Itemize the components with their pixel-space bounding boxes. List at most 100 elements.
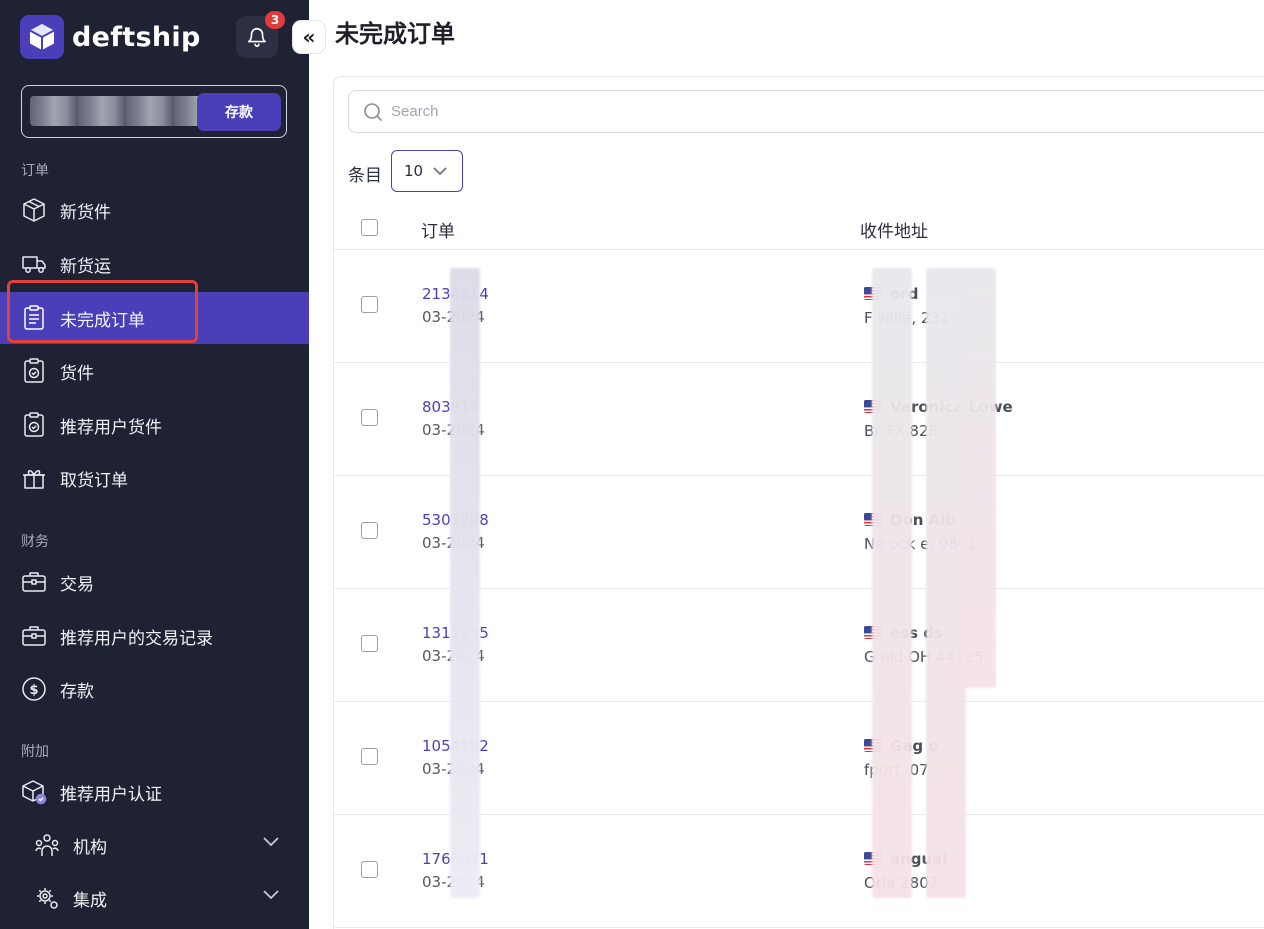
order-number-link[interactable]: 803915 <box>422 398 479 416</box>
nav-item-new-freight[interactable]: 新货运 <box>0 238 309 290</box>
column-header-order: 订单 <box>421 222 455 242</box>
nav-item-referral-verification[interactable]: 推荐用户认证 <box>0 766 309 818</box>
us-flag-icon <box>864 287 882 300</box>
select-all-checkbox[interactable] <box>361 219 378 236</box>
briefcase-icon <box>21 623 47 649</box>
balance-value-redacted <box>30 96 210 126</box>
nav-item-label: 货件 <box>60 363 94 384</box>
order-date: 03-2024 <box>422 647 485 665</box>
balance-widget: 存款 <box>21 85 287 138</box>
pickup-box-icon <box>21 465 47 491</box>
nav-item-label: 交易 <box>60 574 94 595</box>
row-checkbox[interactable] <box>361 409 378 426</box>
recipient-name: ess ds <box>890 624 943 642</box>
order-number-link[interactable]: 1766071 <box>422 850 489 868</box>
nav-item-transactions[interactable]: 交易 <box>0 556 309 608</box>
chevron-down-icon <box>433 167 447 176</box>
recipient-name: angual <box>890 850 948 868</box>
table-row[interactable]: 803915 03-2024 Veronica Lowe Br TX 828 <box>334 363 1264 476</box>
brand[interactable]: deftship <box>20 15 201 59</box>
nav-item-incomplete-orders[interactable]: 未完成订单 <box>0 292 309 344</box>
order-number-link[interactable]: 5303208 <box>422 511 489 529</box>
table-row[interactable]: 5303208 03-2024 Don Alb Ne ock e, 0801 <box>334 476 1264 589</box>
row-checkbox[interactable] <box>361 748 378 765</box>
nav-item-referral-shipments[interactable]: 推荐用户货件 <box>0 399 309 451</box>
nav-item-pickup-orders[interactable]: 取货订单 <box>0 452 309 504</box>
recipient-name: ord <box>890 285 919 303</box>
svg-text:$: $ <box>29 683 38 698</box>
order-number-link[interactable]: 1311955 <box>422 624 489 642</box>
clipboard-check-icon <box>21 412 47 438</box>
us-flag-icon <box>864 739 882 752</box>
recipient-name: Don Alb <box>890 511 957 529</box>
nav-item-deposit[interactable]: $ 存款 <box>0 663 309 715</box>
order-date: 03-2024 <box>422 873 485 891</box>
table-row[interactable]: 1054162 03-2024 Gag o fport, 07 <box>334 702 1264 815</box>
order-date: 03-2024 <box>422 421 485 439</box>
verified-box-icon <box>21 779 47 805</box>
us-flag-icon <box>864 852 882 865</box>
clipboard-list-icon <box>21 305 47 331</box>
app-root: deftship 3 存款 订单 新货件 新货运 未完成订单 货件 推荐用户货件… <box>0 0 1264 929</box>
nav-item-label: 推荐用户的交易记录 <box>60 628 213 649</box>
dollar-coin-icon: $ <box>21 676 47 702</box>
recipient-address: fport, 07 <box>864 761 929 779</box>
table-header: 订单 收件地址 <box>334 205 1264 250</box>
integrations-gear-icon <box>34 885 60 911</box>
row-checkbox[interactable] <box>361 296 378 313</box>
brand-name: deftship <box>72 21 201 53</box>
table-row[interactable]: 1311955 03-2024 ess ds G eld OH 44125 <box>334 589 1264 702</box>
brand-logo-icon <box>20 15 64 59</box>
column-header-address: 收件地址 <box>860 222 928 242</box>
row-checkbox[interactable] <box>361 522 378 539</box>
order-number-link[interactable]: 2134614 <box>422 285 489 303</box>
page-title: 未完成订单 <box>335 20 455 48</box>
us-flag-icon <box>864 400 882 413</box>
recipient-address: Orla 2807 <box>864 874 939 892</box>
chevron-down-icon <box>263 890 279 900</box>
bell-icon <box>247 28 267 47</box>
row-checkbox[interactable] <box>361 635 378 652</box>
order-date: 03-2024 <box>422 308 485 326</box>
table-row[interactable]: 1766071 03-2024 angual Orla 2807 <box>334 815 1264 928</box>
nav-item-integrations[interactable]: 集成 <box>0 872 309 924</box>
nav-item-label: 新货运 <box>60 256 111 277</box>
us-flag-icon <box>864 626 882 639</box>
row-checkbox[interactable] <box>361 861 378 878</box>
nav-item-label: 推荐用户认证 <box>60 784 162 805</box>
recipient-address: F wille, 231 <box>864 309 950 327</box>
nav-item-label: 存款 <box>60 681 94 702</box>
order-date: 03-2024 <box>422 760 485 778</box>
briefcase-icon <box>21 569 47 595</box>
search-box[interactable] <box>348 90 1264 133</box>
recipient-address: Ne ock e, 0801 <box>864 535 978 553</box>
section-label-orders: 订单 <box>21 163 49 179</box>
truck-icon <box>21 251 47 277</box>
section-label-finance: 财务 <box>21 534 49 550</box>
order-number-link[interactable]: 1054162 <box>422 737 489 755</box>
nav-item-label: 未完成订单 <box>60 310 145 331</box>
nav-item-label: 机构 <box>73 837 107 858</box>
nav-item-shipments[interactable]: 货件 <box>0 345 309 397</box>
search-input[interactable] <box>391 103 991 120</box>
box-icon <box>21 197 47 223</box>
entries-label: 条目 <box>348 166 382 186</box>
deposit-button[interactable]: 存款 <box>197 93 281 131</box>
entries-per-page-select[interactable]: 10 <box>391 150 463 192</box>
us-flag-icon <box>864 513 882 526</box>
organization-icon <box>34 832 60 858</box>
recipient-address: Br TX 828 <box>864 422 939 440</box>
collapse-sidebar-button[interactable]: « <box>292 20 326 54</box>
table-row[interactable]: 2134614 03-2024 ord F wille, 231 <box>334 250 1264 363</box>
nav-item-label: 集成 <box>73 890 107 911</box>
recipient-name: Veronica Lowe <box>890 398 1013 416</box>
nav-item-organization[interactable]: 机构 <box>0 819 309 871</box>
section-label-extra: 附加 <box>21 744 49 760</box>
recipient-address: G eld OH 44125 <box>864 648 984 666</box>
nav-item-new-shipment[interactable]: 新货件 <box>0 184 309 236</box>
clipboard-check-icon <box>21 358 47 384</box>
entries-select-value: 10 <box>404 162 424 180</box>
nav-item-label: 取货订单 <box>60 470 128 491</box>
nav-item-referral-transactions[interactable]: 推荐用户的交易记录 <box>0 610 309 662</box>
search-icon <box>364 102 383 121</box>
